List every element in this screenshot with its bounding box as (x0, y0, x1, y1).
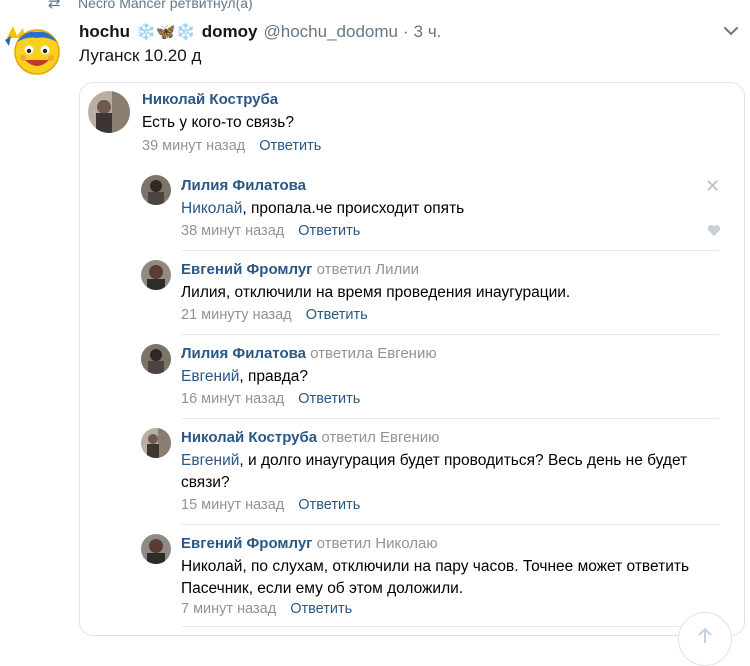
separator (181, 334, 719, 335)
comment-text: Николай, пропала.че происходит опять (181, 200, 465, 217)
comment-time[interactable]: 16 минут назад (181, 391, 284, 407)
separator (181, 524, 719, 525)
separator-dot: · (402, 22, 409, 41)
reply-target: ответила Евгению (310, 345, 437, 362)
avatar[interactable] (141, 175, 171, 205)
reply-target: ответил Евгению (321, 429, 440, 446)
comment-author[interactable]: Николай Коструба (181, 429, 317, 446)
avatar[interactable] (141, 344, 171, 374)
retweet-indicator: ⇄ Necro Mancer ретвитнул(а) (48, 0, 253, 12)
avatar[interactable] (88, 91, 130, 133)
reply-button[interactable]: Ответить (259, 138, 321, 154)
separator (181, 250, 719, 251)
retweet-text: Necro Mancer ретвитнул(а) (78, 0, 253, 11)
comment-time[interactable]: 7 минут назад (181, 601, 276, 617)
reply-button[interactable]: Ответить (306, 307, 368, 323)
tweet-time[interactable]: 3 ч. (414, 22, 442, 42)
comment-text: Евгений, и долго инаугурация будет прово… (181, 452, 688, 491)
avatar[interactable] (141, 534, 171, 564)
profile-avatar[interactable] (3, 24, 65, 76)
comment-author[interactable]: Евгений Фромлуг (181, 261, 312, 278)
reply-target: ответил Лилии (316, 261, 420, 278)
author-name-emoji: ❄️🦋❄️ (136, 24, 196, 41)
comment-text: Евгений, правда? (181, 368, 308, 385)
comment-text: Лилия, отключили на время проведения ина… (181, 284, 571, 301)
author-name[interactable]: hochu (79, 22, 130, 42)
reply-button[interactable]: Ответить (298, 223, 360, 239)
comment-time[interactable]: 21 минуту назад (181, 307, 292, 323)
comment-text: Николай, по слухам, отключили на пару ча… (181, 558, 690, 597)
tweet-text: Луганск 10.20 д (79, 46, 202, 65)
separator (181, 418, 719, 419)
tweet-header: hochu ❄️🦋❄️ domoy @hochu_dodomu · 3 ч. (79, 20, 740, 44)
scroll-up-button[interactable] (678, 612, 732, 666)
heart-icon[interactable] (707, 224, 721, 237)
comment-time[interactable]: 39 минут назад (142, 138, 245, 154)
separator (181, 626, 719, 627)
comment-author[interactable]: Лилия Филатова (181, 345, 306, 362)
avatar[interactable] (141, 260, 171, 290)
avatar[interactable] (141, 428, 171, 458)
retweet-icon: ⇄ (48, 0, 61, 12)
comment-author[interactable]: Николай Коструба (142, 91, 278, 108)
reply-button[interactable]: Ответить (298, 497, 360, 513)
comment-time[interactable]: 38 минут назад (181, 223, 284, 239)
comment-author[interactable]: Лилия Филатова (181, 177, 306, 194)
chevron-down-icon[interactable] (722, 22, 740, 40)
reply-button[interactable]: Ответить (298, 391, 360, 407)
author-name-suffix[interactable]: domoy (202, 22, 258, 42)
scroll-up-icon (698, 627, 712, 643)
reply-target: ответил Николаю (316, 535, 438, 552)
reply-button[interactable]: Ответить (290, 601, 352, 617)
comment-time[interactable]: 15 минут назад (181, 497, 284, 513)
comment-text: Есть у кого-то связь? (142, 114, 294, 131)
embedded-image[interactable]: Николай Коструба Есть у кого-то связь? 3… (79, 82, 745, 636)
comment-author[interactable]: Евгений Фромлуг (181, 535, 312, 552)
close-icon[interactable]: ✕ (705, 176, 720, 197)
author-handle[interactable]: @hochu_dodomu (264, 22, 398, 42)
